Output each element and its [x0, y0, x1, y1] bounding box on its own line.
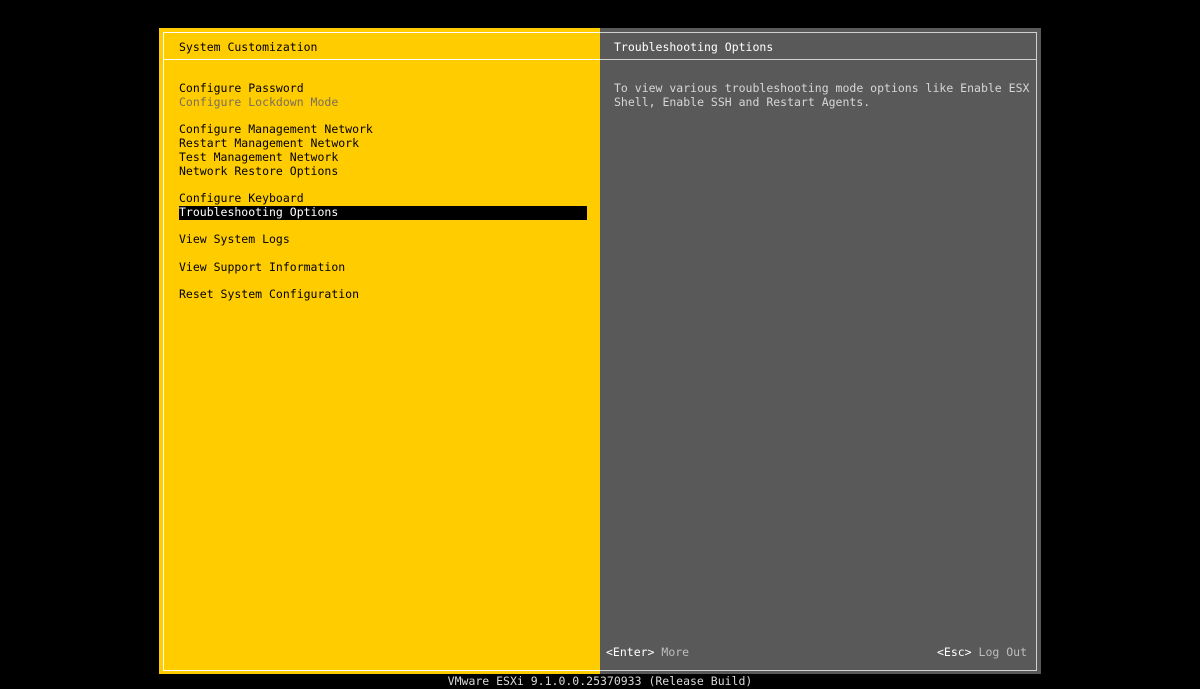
more-action-label: More [661, 645, 690, 659]
menu-item-view-support-information[interactable]: View Support Information [179, 260, 587, 275]
system-customization-title: System Customization [179, 40, 318, 54]
troubleshooting-options-title: Troubleshooting Options [614, 40, 774, 54]
right-panel-border [600, 32, 1037, 671]
system-customization-panel: System Customization Configure Password … [159, 28, 600, 674]
menu-spacer [179, 110, 587, 124]
menu-item-configure-management-network[interactable]: Configure Management Network [179, 122, 587, 137]
menu-item-configure-lockdown-mode[interactable]: Configure Lockdown Mode [179, 95, 587, 110]
esc-key-label: <Esc> [936, 645, 972, 659]
troubleshooting-options-panel: Troubleshooting Options To view various … [600, 28, 1041, 674]
menu-item-configure-keyboard[interactable]: Configure Keyboard [179, 191, 587, 206]
menu-item-test-management-network[interactable]: Test Management Network [179, 150, 587, 165]
menu-item-troubleshooting-options[interactable]: Troubleshooting Options [179, 205, 587, 220]
menu-spacer [179, 220, 587, 234]
esc-logout-hint[interactable]: <Esc> Log Out [936, 645, 1027, 660]
logout-action-label: Log Out [978, 645, 1027, 659]
menu-item-network-restore-options[interactable]: Network Restore Options [179, 164, 587, 179]
esxi-version-status-bar: VMware ESXi 9.1.0.0.25370933 (Release Bu… [0, 674, 1200, 689]
left-title-divider [163, 59, 600, 60]
enter-more-hint[interactable]: <Enter> More [606, 645, 690, 660]
enter-key-label: <Enter> [606, 645, 655, 659]
menu-spacer [179, 247, 587, 261]
description-line-1: To view various troubleshooting mode opt… [614, 81, 1030, 95]
description-line-2: Shell, Enable SSH and Restart Agents. [614, 94, 871, 109]
menu-spacer [179, 178, 587, 192]
troubleshooting-description: To view various troubleshooting mode opt… [614, 81, 1034, 110]
menu-item-reset-system-configuration[interactable]: Reset System Configuration [179, 287, 587, 302]
menu-item-configure-password[interactable]: Configure Password [179, 81, 587, 96]
menu-item-view-system-logs[interactable]: View System Logs [179, 232, 587, 247]
customization-menu: Configure Password Configure Lockdown Mo… [179, 81, 587, 302]
menu-spacer [179, 275, 587, 289]
right-title-divider [600, 59, 1037, 60]
menu-item-restart-management-network[interactable]: Restart Management Network [179, 136, 587, 151]
